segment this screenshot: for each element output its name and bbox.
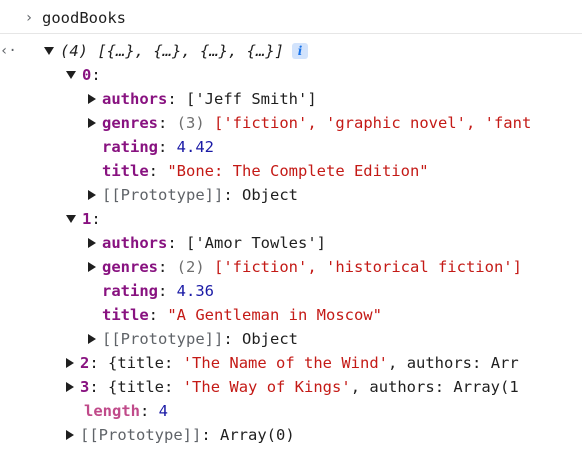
collapse-triangle-icon[interactable] xyxy=(88,238,96,248)
property-value: ['Amor Towles'] xyxy=(186,234,326,252)
property-row-prototype[interactable]: [[Prototype]]: Object xyxy=(0,327,582,351)
array-prototype-row[interactable]: [[Prototype]]: Array(0) xyxy=(0,423,582,447)
preview-value: Arr xyxy=(490,354,519,372)
object-open-brace: { xyxy=(108,378,118,396)
preview-value: 'The Name of the Wind' xyxy=(182,354,389,372)
array-count: (3) xyxy=(176,114,205,132)
expand-triangle-icon[interactable] xyxy=(66,71,76,79)
property-row-authors[interactable]: authors: ['Amor Towles'] xyxy=(0,231,582,255)
property-key: [[Prototype]] xyxy=(102,186,224,204)
item-index: 2 xyxy=(80,354,90,372)
property-row-genres[interactable]: genres: (2) ['fiction', 'historical fict… xyxy=(0,255,582,279)
array-item-2-row[interactable]: 2: {title: 'The Name of the Wind', autho… xyxy=(0,351,582,375)
array-item-0-row[interactable]: 0: xyxy=(0,63,582,87)
property-key: genres xyxy=(102,114,158,132)
property-value: ['fiction', 'historical fiction'] xyxy=(214,258,522,276)
property-value: Object xyxy=(242,330,298,348)
property-key: title xyxy=(102,306,149,324)
property-value: ['Jeff Smith'] xyxy=(186,90,317,108)
collapse-triangle-icon[interactable] xyxy=(88,190,96,200)
chevron-right-icon: › xyxy=(24,10,34,26)
array-count: (2) xyxy=(176,258,205,276)
collapse-triangle-icon[interactable] xyxy=(88,118,96,128)
console-command-row[interactable]: › goodBooks xyxy=(0,6,582,30)
preview-value: 'The Way of Kings' xyxy=(182,378,351,396)
property-key: [[Prototype]] xyxy=(80,426,202,444)
collapse-triangle-icon[interactable] xyxy=(66,430,74,440)
property-key: [[Prototype]] xyxy=(102,330,224,348)
collapse-triangle-icon[interactable] xyxy=(88,94,96,104)
collapse-triangle-icon[interactable] xyxy=(66,382,74,392)
length-key: length xyxy=(84,402,140,420)
property-row-prototype[interactable]: [[Prototype]]: Object xyxy=(0,183,582,207)
info-icon[interactable]: i xyxy=(291,43,308,59)
array-preview: [{…}, {…}, {…}, {…}] xyxy=(97,42,284,60)
command-text: goodBooks xyxy=(42,9,126,27)
property-row-genres[interactable]: genres: (3) ['fiction', 'graphic novel',… xyxy=(0,111,582,135)
property-value: 4.42 xyxy=(176,138,214,156)
property-value: ['fiction', 'graphic novel', 'fant xyxy=(214,114,532,132)
array-item-1-row[interactable]: 1: xyxy=(0,207,582,231)
collapse-triangle-icon[interactable] xyxy=(88,262,96,272)
property-key: genres xyxy=(102,258,158,276)
length-row: length: 4 xyxy=(84,402,169,420)
item-index: 0 xyxy=(82,66,92,84)
property-key: rating xyxy=(102,138,158,156)
item-index: 1 xyxy=(82,210,92,228)
property-value: "A Gentleman in Moscow" xyxy=(167,306,382,324)
property-row-rating: rating: 4.42 xyxy=(102,138,214,156)
property-value: 4.36 xyxy=(176,282,214,300)
array-count: (4) xyxy=(60,42,88,60)
array-item-3-row[interactable]: 3: {title: 'The Way of Kings', authors: … xyxy=(0,375,582,399)
object-open-brace: { xyxy=(108,354,118,372)
item-index: 3 xyxy=(80,378,90,396)
property-row-authors[interactable]: authors: ['Jeff Smith'] xyxy=(0,87,582,111)
property-key: authors xyxy=(102,234,168,252)
property-key: title xyxy=(102,162,149,180)
length-value: 4 xyxy=(158,402,169,420)
property-key: rating xyxy=(102,282,158,300)
collapse-triangle-icon[interactable] xyxy=(88,334,96,344)
property-value: "Bone: The Complete Edition" xyxy=(167,162,429,180)
property-row-title: title: "Bone: The Complete Edition" xyxy=(102,162,429,180)
collapse-triangle-icon[interactable] xyxy=(66,358,74,368)
expand-triangle-icon[interactable] xyxy=(66,215,76,223)
preview-key: authors xyxy=(369,378,435,396)
property-row-rating: rating: 4.36 xyxy=(102,282,214,300)
result-summary-row[interactable]: ‹· (4) [{…}, {…}, {…}, {…}] i xyxy=(0,39,582,63)
preview-value: Array(1 xyxy=(453,378,519,396)
preview-key: title xyxy=(117,354,165,372)
expand-triangle-icon[interactable] xyxy=(44,47,54,55)
preview-key: title xyxy=(117,378,165,396)
preview-key: authors xyxy=(406,354,473,372)
property-row-title: title: "A Gentleman in Moscow" xyxy=(102,306,382,324)
return-arrow-icon: ‹· xyxy=(0,43,17,59)
console-divider xyxy=(0,33,582,34)
property-value: Object xyxy=(242,186,298,204)
property-value: Array(0) xyxy=(220,426,295,444)
property-key: authors xyxy=(102,90,168,108)
